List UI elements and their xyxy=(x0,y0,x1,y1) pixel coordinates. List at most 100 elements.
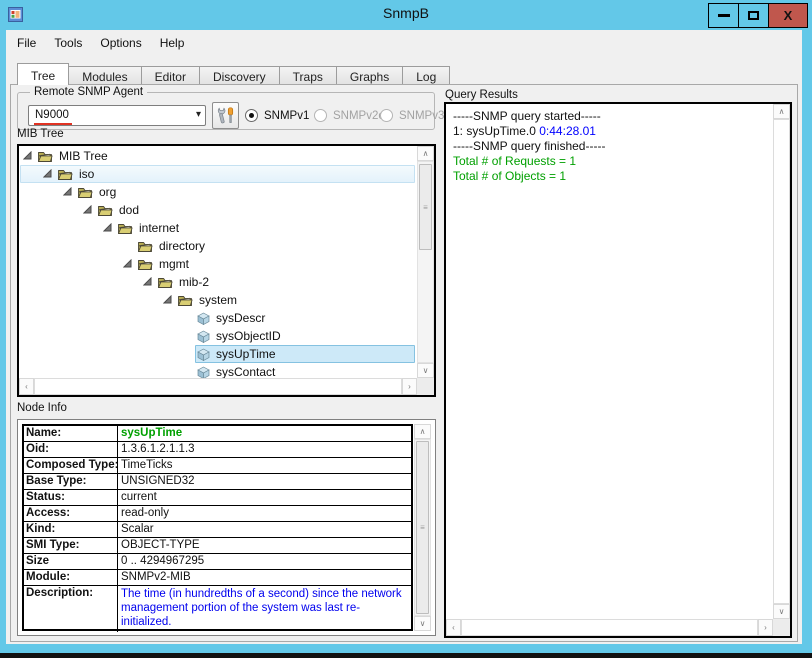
table-row: Composed Type:TimeTicks xyxy=(24,458,411,474)
tab-traps[interactable]: Traps xyxy=(279,66,337,85)
radio-snmpv1-label: SNMPv1 xyxy=(264,110,309,122)
menu-tools[interactable]: Tools xyxy=(45,33,91,53)
tree-node-sysuptime[interactable]: sysUpTime xyxy=(19,345,417,363)
tree-node-mib-2[interactable]: mib-2 xyxy=(19,273,417,291)
query-line: Total # of Requests = 1 xyxy=(453,154,773,169)
menu-help[interactable]: Help xyxy=(151,33,194,53)
tree-node-label: mib-2 xyxy=(179,275,209,289)
node-info-vertical-scrollbar[interactable]: ∧ ≡ ∨ xyxy=(414,424,431,631)
maximize-button[interactable] xyxy=(738,3,769,28)
tree-node-label: sysContact xyxy=(216,365,275,378)
radio-unselected-icon xyxy=(314,109,327,122)
mib-scalar-icon xyxy=(197,366,210,379)
tree-node-label: dod xyxy=(119,203,139,217)
tree-vertical-scrollbar[interactable]: ∧ ≡ ∨ xyxy=(417,146,434,378)
expander-icon[interactable] xyxy=(83,205,93,215)
tree-horizontal-scrollbar[interactable]: ‹ › xyxy=(19,378,417,395)
tree-node-sysobjectid[interactable]: sysObjectID xyxy=(19,327,417,345)
node-info-table: Name:sysUpTime Oid:1.3.6.1.2.1.1.3 Compo… xyxy=(22,424,413,631)
agent-settings-button[interactable] xyxy=(212,102,239,129)
scroll-up-icon[interactable]: ∧ xyxy=(414,424,431,439)
radio-unselected-icon xyxy=(380,109,393,122)
radio-snmpv3[interactable]: SNMPv3 xyxy=(380,109,444,122)
tab-graphs[interactable]: Graphs xyxy=(336,66,403,85)
mib-tree-body: MIB Tree iso org xyxy=(19,146,417,378)
menu-file[interactable]: File xyxy=(8,33,45,53)
node-info-panel: Name:sysUpTime Oid:1.3.6.1.2.1.1.3 Compo… xyxy=(17,419,436,636)
tab-tree[interactable]: Tree xyxy=(17,63,69,85)
minimize-icon xyxy=(718,14,730,17)
tab-modules[interactable]: Modules xyxy=(68,66,141,85)
scroll-thumb[interactable]: ≡ xyxy=(416,441,429,614)
tree-node-internet[interactable]: internet xyxy=(19,219,417,237)
tab-editor[interactable]: Editor xyxy=(141,66,200,85)
combo-dropdown-icon[interactable]: ▾ xyxy=(196,109,201,120)
folder-icon xyxy=(137,258,153,271)
table-row: Description:The time (in hundredths of a… xyxy=(24,586,411,632)
tree-node-label: internet xyxy=(139,221,179,235)
expander-icon[interactable] xyxy=(143,277,153,287)
scroll-up-icon[interactable]: ∧ xyxy=(773,104,790,119)
table-row: Name:sysUpTime xyxy=(24,426,411,442)
folder-icon xyxy=(77,186,93,199)
scroll-down-icon[interactable]: ∨ xyxy=(773,604,790,619)
tab-log[interactable]: Log xyxy=(402,66,450,85)
scroll-left-icon[interactable]: ‹ xyxy=(446,619,461,636)
query-results-text[interactable]: -----SNMP query started----- 1: sysUpTim… xyxy=(446,104,773,619)
scroll-up-icon[interactable]: ∧ xyxy=(417,146,434,161)
tree-node-iso[interactable]: iso xyxy=(19,165,417,183)
tree-node-syscontact[interactable]: sysContact xyxy=(19,363,417,378)
tree-node-sysdescr[interactable]: sysDescr xyxy=(19,309,417,327)
folder-icon xyxy=(157,276,173,289)
query-vertical-scrollbar[interactable]: ∧ ∨ xyxy=(773,104,790,619)
query-line: -----SNMP query started----- xyxy=(453,109,773,124)
table-row: Kind:Scalar xyxy=(24,522,411,538)
tree-node-label: sysDescr xyxy=(216,311,265,325)
query-line: -----SNMP query finished----- xyxy=(453,139,773,154)
scroll-thumb[interactable]: ≡ xyxy=(419,164,432,250)
tree-node-label: sysObjectID xyxy=(216,329,281,343)
radio-snmpv2c-label: SNMPv2c xyxy=(333,110,384,122)
query-results-label: Query Results xyxy=(445,89,518,101)
table-row: Module:SNMPv2-MIB xyxy=(24,570,411,586)
tree-node-mgmt[interactable]: mgmt xyxy=(19,255,417,273)
menu-options[interactable]: Options xyxy=(91,33,150,53)
scroll-left-icon[interactable]: ‹ xyxy=(19,378,34,395)
query-horizontal-scrollbar[interactable]: ‹ › xyxy=(446,619,773,636)
expander-icon[interactable] xyxy=(103,223,113,233)
close-button[interactable]: X xyxy=(768,3,808,28)
folder-icon xyxy=(97,204,113,217)
query-line: 1: sysUpTime.0 0:44:28.01 xyxy=(453,124,773,139)
expander-icon[interactable] xyxy=(43,169,53,179)
title-bar: SnmpB X xyxy=(0,0,812,30)
query-results-panel: -----SNMP query started----- 1: sysUpTim… xyxy=(444,102,792,638)
tab-discovery[interactable]: Discovery xyxy=(199,66,280,85)
scroll-down-icon[interactable]: ∨ xyxy=(417,363,434,378)
radio-snmpv2c[interactable]: SNMPv2c xyxy=(314,109,384,122)
tree-node-directory[interactable]: directory xyxy=(19,237,417,255)
expander-icon[interactable] xyxy=(63,187,73,197)
scroll-right-icon[interactable]: › xyxy=(402,378,417,395)
agent-combobox[interactable]: N9000 ▾ xyxy=(28,105,206,126)
mib-scalar-icon xyxy=(197,330,210,343)
folder-icon xyxy=(37,150,53,163)
table-row: Oid:1.3.6.1.2.1.1.3 xyxy=(24,442,411,458)
minimize-button[interactable] xyxy=(708,3,739,28)
tree-node-system[interactable]: system xyxy=(19,291,417,309)
menu-bar: File Tools Options Help xyxy=(8,32,193,54)
expander-icon[interactable] xyxy=(23,151,33,161)
tree-node-mib-tree[interactable]: MIB Tree xyxy=(19,147,417,165)
expander-icon[interactable] xyxy=(123,259,133,269)
query-line: Total # of Objects = 1 xyxy=(453,169,773,184)
tree-node-dod[interactable]: dod xyxy=(19,201,417,219)
mib-scalar-icon xyxy=(197,348,210,361)
scroll-down-icon[interactable]: ∨ xyxy=(414,616,431,631)
mib-tree-view: MIB Tree iso org xyxy=(17,144,436,397)
tree-node-org[interactable]: org xyxy=(19,183,417,201)
scroll-right-icon[interactable]: › xyxy=(758,619,773,636)
node-name-value: sysUpTime xyxy=(118,426,411,441)
radio-snmpv1[interactable]: SNMPv1 xyxy=(245,109,309,122)
table-row: Access:read-only xyxy=(24,506,411,522)
expander-icon[interactable] xyxy=(163,295,173,305)
description-value: The time (in hundredths of a second) sin… xyxy=(118,586,411,632)
